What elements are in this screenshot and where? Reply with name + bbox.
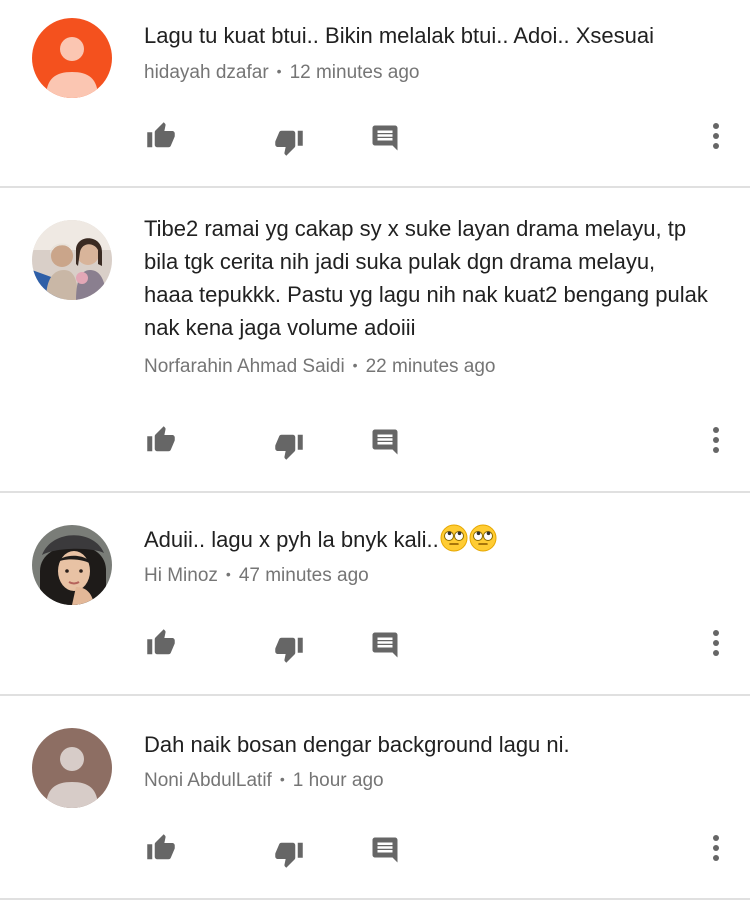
more-vert-icon (713, 835, 719, 861)
reply-button[interactable] (368, 420, 402, 460)
dislike-button[interactable] (272, 623, 306, 663)
photo-avatar-icon (32, 525, 112, 605)
like-button[interactable] (144, 420, 178, 460)
avatar[interactable] (32, 525, 112, 605)
like-button[interactable] (144, 116, 178, 156)
comment-time: 47 minutes ago (238, 565, 369, 586)
reply-button[interactable] (368, 116, 402, 156)
comment-author[interactable]: Hi Minoz (144, 565, 218, 586)
comment-meta: hidayah dzafar • 12 minutes ago (144, 62, 420, 83)
comment-time: 12 minutes ago (289, 62, 420, 83)
comment-author[interactable]: hidayah dzafar (144, 62, 269, 83)
comment-text: Lagu tu kuat btui.. Bikin melalak btui..… (144, 23, 654, 48)
comment-actions (144, 828, 726, 868)
comment-item: Lagu tu kuat btui.. Bikin melalak btui..… (0, 0, 750, 188)
comment-actions (144, 116, 726, 156)
comment-time: 22 minutes ago (365, 356, 496, 377)
thumbs-up-icon (147, 122, 175, 148)
reply-icon (372, 632, 398, 658)
dislike-button[interactable] (272, 828, 306, 868)
default-avatar-icon (32, 728, 112, 808)
avatar[interactable] (32, 18, 112, 98)
more-vert-icon (713, 123, 719, 149)
comment-text-body: Aduii.. lagu x pyh la bnyk kali.. (144, 527, 439, 552)
comment-content: Tibe2 ramai yg cakap sy x suke layan dra… (144, 212, 710, 379)
comment-item: Tibe2 ramai yg cakap sy x suke layan dra… (0, 188, 750, 493)
comment-content: Dah naik bosan dengar background lagu ni… (144, 728, 710, 793)
avatar[interactable] (32, 728, 112, 808)
dislike-button[interactable] (272, 116, 306, 156)
thumbs-down-icon (275, 842, 303, 868)
reply-button[interactable] (368, 828, 402, 868)
comment-actions (144, 420, 726, 460)
comment-time: 1 hour ago (292, 770, 384, 791)
more-options-button[interactable] (706, 828, 726, 868)
comment-meta: Noni AbdulLatif • 1 hour ago (144, 770, 384, 791)
rolling-eyes-emoji-icon (440, 524, 468, 552)
comment-meta: Hi Minoz • 47 minutes ago (144, 565, 369, 586)
comment-text: Dah naik bosan dengar background lagu ni… (144, 732, 570, 757)
avatar[interactable] (32, 220, 112, 300)
rolling-eyes-emoji-icon (469, 524, 497, 552)
comment-content: Aduii.. lagu x pyh la bnyk kali.. Hi Min… (144, 523, 710, 588)
photo-avatar-icon (32, 220, 112, 300)
more-options-button[interactable] (706, 116, 726, 156)
thumbs-down-icon (275, 434, 303, 460)
thumbs-up-icon (147, 629, 175, 655)
comment-author[interactable]: Noni AbdulLatif (144, 770, 272, 791)
comment-content: Lagu tu kuat btui.. Bikin melalak btui..… (144, 19, 710, 85)
thumbs-down-icon (275, 637, 303, 663)
more-vert-icon (713, 427, 719, 453)
default-avatar-icon (32, 18, 112, 98)
thumbs-down-icon (275, 130, 303, 156)
comment-meta: Norfarahin Ahmad Saidi • 22 minutes ago (144, 356, 496, 377)
dislike-button[interactable] (272, 420, 306, 460)
more-options-button[interactable] (706, 420, 726, 460)
comment-item: Aduii.. lagu x pyh la bnyk kali.. Hi Min… (0, 493, 750, 696)
like-button[interactable] (144, 623, 178, 663)
thumbs-up-icon (147, 426, 175, 452)
comment-author[interactable]: Norfarahin Ahmad Saidi (144, 356, 345, 377)
more-options-button[interactable] (706, 623, 726, 663)
reply-button[interactable] (368, 623, 402, 663)
comment-item: Dah naik bosan dengar background lagu ni… (0, 696, 750, 900)
reply-icon (372, 125, 398, 151)
comment-text: Aduii.. lagu x pyh la bnyk kali.. (144, 523, 710, 556)
thumbs-up-icon (147, 834, 175, 860)
more-vert-icon (713, 630, 719, 656)
reply-icon (372, 837, 398, 863)
comment-text: Tibe2 ramai yg cakap sy x suke layan dra… (144, 216, 708, 340)
comment-actions (144, 623, 726, 663)
like-button[interactable] (144, 828, 178, 868)
reply-icon (372, 429, 398, 455)
